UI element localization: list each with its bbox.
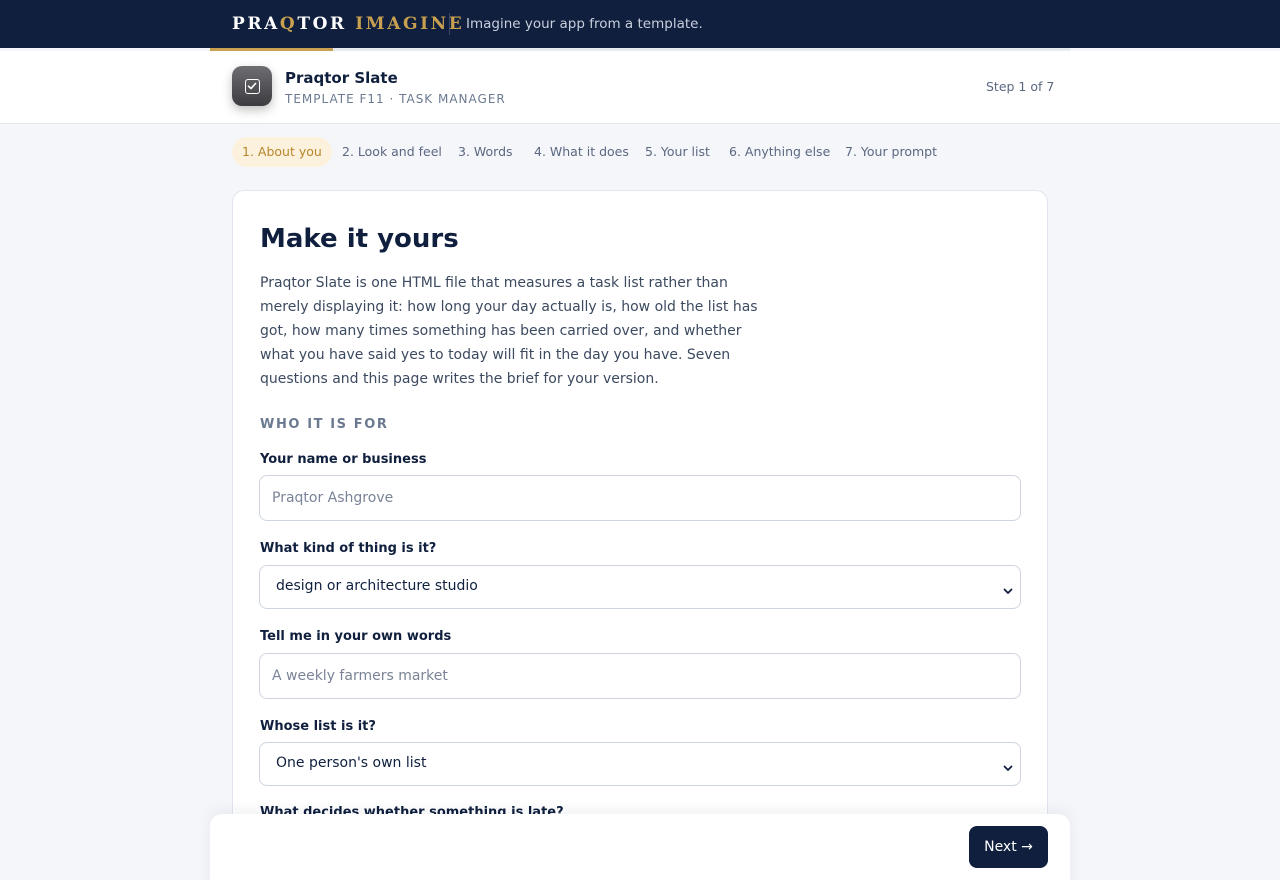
brand-tagline: Imagine your app from a template.: [466, 16, 703, 32]
step-tab-look-and-feel[interactable]: 2. Look and feel: [342, 137, 442, 167]
app-subtitle: TEMPLATE F11 · TASK MANAGER: [285, 92, 506, 106]
own-words-field-label: Tell me in your own words: [260, 629, 452, 644]
name-field-label: Your name or business: [260, 452, 427, 467]
brand-text-1: PRA: [232, 14, 280, 34]
step-tab-your-list[interactable]: 5. Your list: [645, 137, 710, 167]
next-button[interactable]: Next →: [969, 826, 1048, 868]
step-tab-words[interactable]: 3. Words: [458, 137, 513, 167]
top-bar: PRAQTOR IMAGINE Imagine your app from a …: [0, 0, 1280, 48]
chevron-down-icon: [1002, 759, 1014, 778]
template-header: Praqtor Slate TEMPLATE F11 · TASK MANAGE…: [0, 51, 1280, 124]
step-tab-anything-else[interactable]: 6. Anything else: [729, 137, 830, 167]
brand-logo[interactable]: PRAQTOR IMAGINE: [232, 14, 464, 34]
kind-select[interactable]: design or architecture studio: [259, 565, 1021, 609]
whose-list-select[interactable]: One person's own list: [259, 742, 1021, 786]
step-tab-what-it-does[interactable]: 4. What it does: [534, 137, 629, 167]
step-counter: Step 1 of 7: [986, 79, 1055, 94]
whose-list-select-value: One person's own list: [276, 755, 427, 771]
section-heading: WHO IT IS FOR: [260, 417, 389, 432]
step-tab-about-you[interactable]: 1. About you: [232, 137, 332, 167]
brand-text-imagine: IMAGINE: [355, 14, 465, 34]
brand-text-2: TOR: [297, 14, 356, 34]
checkbox-icon: [245, 79, 260, 94]
brand-divider: [449, 13, 450, 35]
page-title: Make it yours: [260, 224, 459, 254]
app-icon: [232, 66, 272, 106]
whose-list-field-label: Whose list is it?: [260, 719, 376, 734]
intro-text: Praqtor Slate is one HTML file that meas…: [260, 275, 758, 387]
kind-select-value: design or architecture studio: [276, 578, 478, 594]
footer-bar: Next →: [210, 814, 1070, 880]
name-input[interactable]: [259, 475, 1021, 521]
form-card: Make it yours Praqtor Slate is one HTML …: [232, 190, 1048, 880]
app-name: Praqtor Slate: [285, 69, 398, 87]
own-words-input[interactable]: [259, 653, 1021, 699]
kind-field-label: What kind of thing is it?: [260, 541, 437, 556]
chevron-down-icon: [1002, 582, 1014, 601]
step-tab-your-prompt[interactable]: 7. Your prompt: [845, 137, 937, 167]
brand-letter-q: Q: [279, 14, 298, 34]
